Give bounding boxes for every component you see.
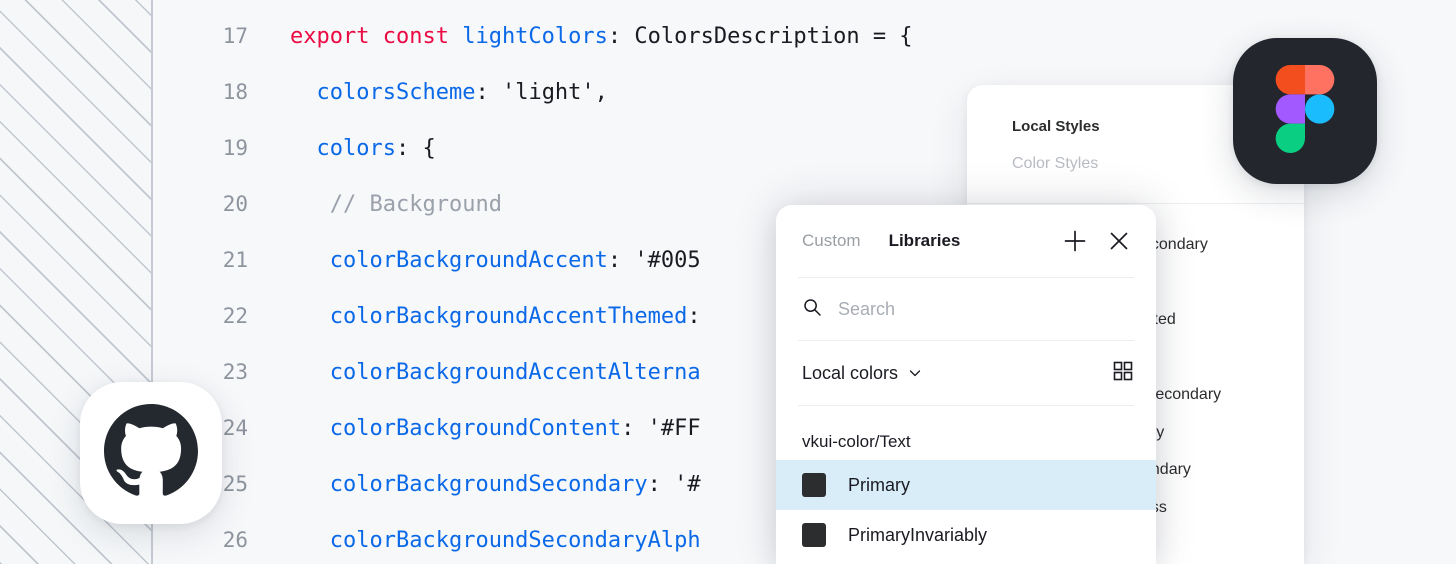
color-swatch [802,473,826,497]
list-item[interactable]: PrimaryInvariably [776,510,1156,560]
plus-icon[interactable] [1060,226,1090,256]
local-styles-subtitle: Color Styles [1012,155,1099,172]
code-token: colorBackgroundAccentAlterna [329,359,701,385]
code-text: colors: { [248,136,436,161]
tab-libraries[interactable]: Libraries [889,231,961,251]
line-number: 23 [222,360,248,384]
line-number: 19 [222,136,248,160]
code-token: : [621,415,648,441]
line-number: 18 [222,80,248,104]
code-token: { [422,135,436,161]
line-number: 17 [222,24,248,48]
code-text: colorsScheme: 'light', [248,80,608,105]
code-token: colorBackgroundContent [329,415,622,441]
list-item[interactable]: Primary [776,460,1156,510]
code-token: // Background [329,191,502,217]
github-icon [103,403,199,503]
code-text: colorBackgroundAccentAlterna [248,360,701,385]
code-text: // Background [248,192,502,217]
libraries-panel-header: Custom Libraries [776,205,1156,277]
line-number: 22 [222,304,248,328]
figma-badge[interactable] [1233,38,1377,184]
screenshot-root: 17 export const lightColors: ColorsDescri… [0,0,1456,564]
figma-icon [1275,64,1335,158]
code-token: export [290,23,383,49]
line-number: 21 [222,248,248,272]
code-token: : [475,79,502,105]
code-token: 'light', [501,79,608,105]
code-text: colorBackgroundContent: '#FF [248,416,701,441]
style-section-title: vkui-color/Text [802,432,911,451]
search-icon [802,297,822,322]
search-input[interactable]: Search [838,299,895,320]
code-token: : [687,303,701,329]
color-swatch [802,523,826,547]
local-colors-label: Local colors [802,362,899,383]
tab-custom[interactable]: Custom [802,231,861,251]
code-text: colorBackgroundAccentThemed: [248,304,701,329]
code-token: colorBackgroundAccentThemed [329,303,688,329]
code-text: colorBackgroundSecondary: '# [248,472,701,497]
code-text: colorBackgroundSecondaryAlph [248,528,701,553]
libraries-panel[interactable]: Custom Libraries Search Local colors vku… [776,205,1156,564]
code-token: colorBackgroundAccent [329,247,608,273]
chevron-down-icon[interactable] [908,366,922,380]
code-token: : [647,471,675,497]
local-styles-title: Local Styles [1012,118,1100,135]
code-token: '#FF [647,415,701,441]
search-row[interactable]: Search [776,278,1156,340]
code-token: '#005 [634,247,701,273]
list-item-label: PrimaryInvariably [848,524,988,545]
code-token: : [395,135,423,161]
code-token: colorsScheme [316,79,476,105]
code-token: : [607,247,635,273]
list-item-label: Primary [848,474,910,495]
local-colors-group-row[interactable]: Local colors [776,341,1156,405]
code-token: colors [316,135,396,161]
code-token: colorBackgroundSecondaryAlph [329,527,701,553]
close-icon[interactable] [1104,226,1134,256]
line-number: 26 [222,528,248,552]
grid-view-icon[interactable] [1112,360,1134,387]
code-text: colorBackgroundAccent: '#005 [248,248,701,273]
code-token: lightColors [462,23,608,49]
github-badge[interactable] [80,382,222,524]
code-token: : [607,23,635,49]
line-number: 20 [222,192,248,216]
code-text: export const lightColors: ColorsDescript… [248,24,913,49]
code-token: const [382,23,463,49]
code-token: '# [674,471,701,497]
code-token: ColorsDescription = { [634,23,913,49]
code-token: colorBackgroundSecondary [329,471,648,497]
